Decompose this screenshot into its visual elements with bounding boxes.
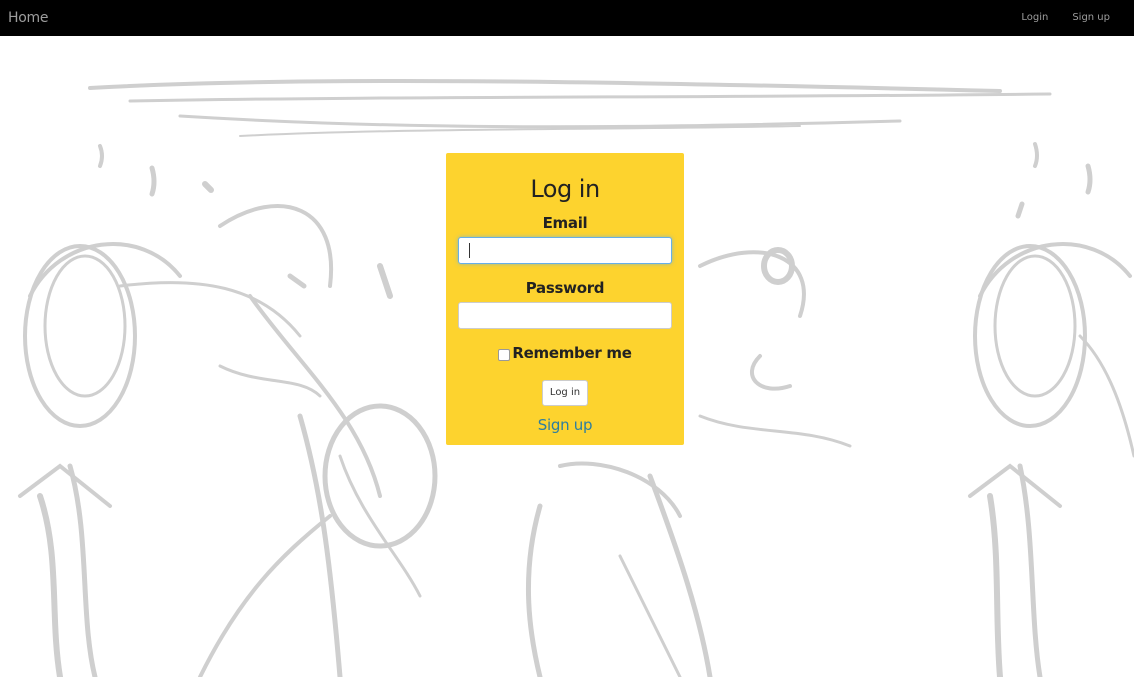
nav-links: Login Sign up [1009, 0, 1134, 36]
email-field[interactable] [458, 237, 672, 264]
remember-me-label[interactable]: Remember me [512, 344, 632, 362]
password-label: Password [525, 279, 605, 297]
remember-me-row: Remember me [446, 344, 684, 362]
login-panel: Log in Email Password Remember me Log in… [446, 153, 684, 445]
login-title: Log in [530, 175, 600, 203]
password-field[interactable] [458, 302, 672, 329]
nav-login-link[interactable]: Login [1009, 0, 1060, 36]
remember-me-checkbox[interactable] [498, 348, 511, 361]
nav-signup-link[interactable]: Sign up [1060, 0, 1134, 36]
login-submit-button[interactable]: Log in [542, 380, 588, 406]
email-label: Email [542, 214, 588, 232]
nav-home-link[interactable]: Home [8, 10, 48, 26]
text-caret [469, 243, 470, 258]
top-navbar: Home Login Sign up [0, 0, 1134, 36]
signup-link[interactable]: Sign up [446, 416, 684, 434]
